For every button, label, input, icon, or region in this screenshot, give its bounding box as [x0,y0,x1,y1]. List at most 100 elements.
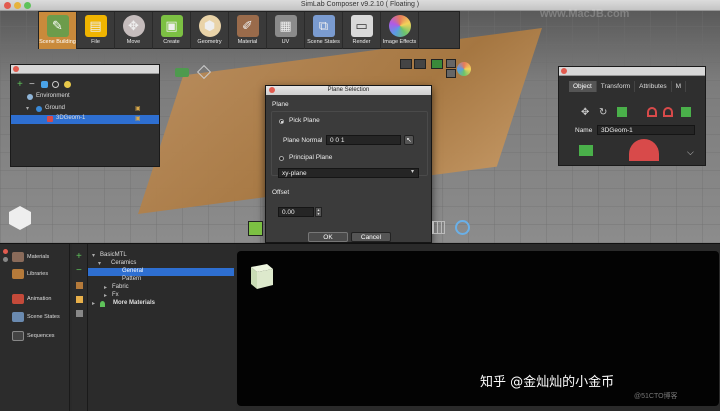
sidebar-item-libraries[interactable]: Libraries [12,267,67,281]
tree-row-3dgeom-1[interactable]: 3DGeom-1 ▣ [11,115,159,124]
chevron-down-icon[interactable]: ▾ [411,168,414,175]
object-name-field[interactable]: 3DGeom-1 [597,125,695,135]
offset-stepper[interactable]: ▴ ▾ [315,207,322,217]
lock-icon[interactable]: ▣ [135,115,141,122]
scale-tool-icon[interactable] [617,107,627,117]
toolbar-file[interactable]: ▤ File [77,12,115,49]
ground-icon [36,106,42,112]
rotate-tool-icon[interactable]: ↻ [599,107,607,118]
toolbar-scene-states[interactable]: ⧉ Scene States [305,12,343,49]
sidebar-item-animation[interactable]: Animation [12,292,67,306]
geometry-icon: ⬢ [198,15,221,37]
toolbar-create[interactable]: ▣ Create [153,12,191,49]
close-panel-button[interactable] [13,66,19,72]
window-title: SimLab Composer v9.2.10 ( Floating ) [300,1,420,8]
search-icon[interactable] [52,81,59,88]
link-icon[interactable] [431,59,443,69]
scene-tree-header [11,65,159,74]
color-wheel-icon[interactable] [457,62,471,76]
plane-normal-field[interactable]: 0 0 1 [326,135,401,145]
pick-plane-label: Pick Plane [289,117,320,124]
offset-heading: Offset [272,189,290,196]
zhihu-watermark: 知乎 @金灿灿的小金币 [480,375,615,390]
folder-icon[interactable] [76,296,83,303]
ok-button[interactable]: OK [308,232,348,242]
principal-plane-label: Principal Plane [289,154,333,161]
tab-object[interactable]: Object [569,81,597,92]
collapsed-icon[interactable]: ▸ [104,292,107,299]
lib-row-ceramics[interactable]: ▾ Ceramics [88,260,234,268]
magnet-icon[interactable] [647,107,657,117]
toolbar-render[interactable]: ▭ Render [343,12,381,49]
tab-attributes[interactable]: Attributes [635,81,672,92]
move-gizmo-icon[interactable] [400,59,412,69]
view-down-icon[interactable] [446,69,456,78]
toolbar-uv[interactable]: ▦ UV [267,12,305,49]
list-view-icon[interactable] [76,310,83,317]
library-tools: + − [72,244,88,411]
lib-row-pattern[interactable]: Pattern [88,276,234,284]
lib-row-basicmtl[interactable]: ▾ BasicMTL [88,252,234,260]
dialog-close-button[interactable] [269,87,275,93]
close-panel-button[interactable] [561,68,567,74]
close-panel-button[interactable] [3,249,8,254]
watermark-top: www.MacJB.com [540,8,630,20]
add-icon[interactable]: + [17,79,23,90]
add-icon[interactable]: + [76,251,82,262]
material-preview-pane[interactable] [237,251,719,406]
pick-normal-button[interactable]: ↖ [404,135,414,145]
grid-icon[interactable] [432,221,445,234]
sidebar-item-scene-states[interactable]: Scene States [12,310,67,324]
lib-row-fx[interactable]: ▸ Fx [88,292,234,300]
move-icon: ✥ [122,15,145,37]
cancel-button[interactable]: Cancel [351,232,391,242]
light-icon[interactable] [64,81,71,88]
principal-plane-select[interactable]: xy-plane [278,168,419,178]
pin-button[interactable] [3,257,8,262]
lib-row-general[interactable]: General [88,268,234,276]
collapsed-icon[interactable]: ▸ [92,300,95,307]
create-icon: ▣ [160,15,183,37]
sidebar-item-sequences[interactable]: Sequences [12,329,67,343]
library-book-icon[interactable] [76,282,83,289]
tree-row-ground[interactable]: ▾ Ground ▣ [11,105,159,114]
expand-icon[interactable]: ▾ [92,252,95,259]
toolbar-scene-building[interactable]: ✎ Scene Building [39,12,77,49]
view-up-icon[interactable] [446,59,456,68]
lib-row-fabric[interactable]: ▸ Fabric [88,284,234,292]
material-icon: ✐ [236,15,259,37]
principal-plane-radio[interactable] [279,156,284,161]
remove-icon[interactable]: − [76,265,82,276]
sidebar-item-materials[interactable]: Materials [12,250,67,264]
toolbar-material[interactable]: ✐ Material [229,12,267,49]
name-label: Name [575,127,593,134]
image-effects-icon [388,15,411,37]
expand-icon[interactable]: ▾ [98,260,101,267]
zoom-icon[interactable] [455,220,470,235]
snap-icon[interactable] [414,59,426,69]
align-tool-icon[interactable] [681,107,691,117]
box-primitive-icon[interactable] [248,221,263,236]
uv-icon: ▦ [274,15,297,37]
lib-row-more-materials[interactable]: ▸ More Materials [88,300,234,308]
tree-row-environment[interactable]: Environment [11,93,159,102]
plane-selection-dialog: Plane Selection Plane Pick Plane Plane N… [265,85,432,243]
collapsed-icon[interactable]: ▸ [104,284,107,291]
tab-more[interactable]: M [672,81,687,92]
pick-plane-radio[interactable] [279,119,284,124]
offset-field[interactable]: 0.00 [278,207,314,217]
magnet-alt-icon[interactable] [663,107,673,117]
toolbar-move[interactable]: ✥ Move [115,12,153,49]
chevron-down-icon[interactable]: ⌵ [687,147,694,158]
toolbar-geometry[interactable]: ⬢ Geometry [191,12,229,49]
camera-icon[interactable] [175,68,189,77]
expand-icon[interactable]: ▾ [26,105,29,112]
toolbar-image-effects[interactable]: Image Effects [381,12,419,49]
material-swatch-cube[interactable] [245,261,277,291]
remove-icon[interactable]: − [29,79,35,90]
tab-transform[interactable]: Transform [597,81,636,92]
lock-icon[interactable]: ▣ [135,105,141,112]
object-icon[interactable] [41,81,48,88]
plane-heading: Plane [272,101,289,108]
move-tool-icon[interactable]: ✥ [581,107,589,118]
